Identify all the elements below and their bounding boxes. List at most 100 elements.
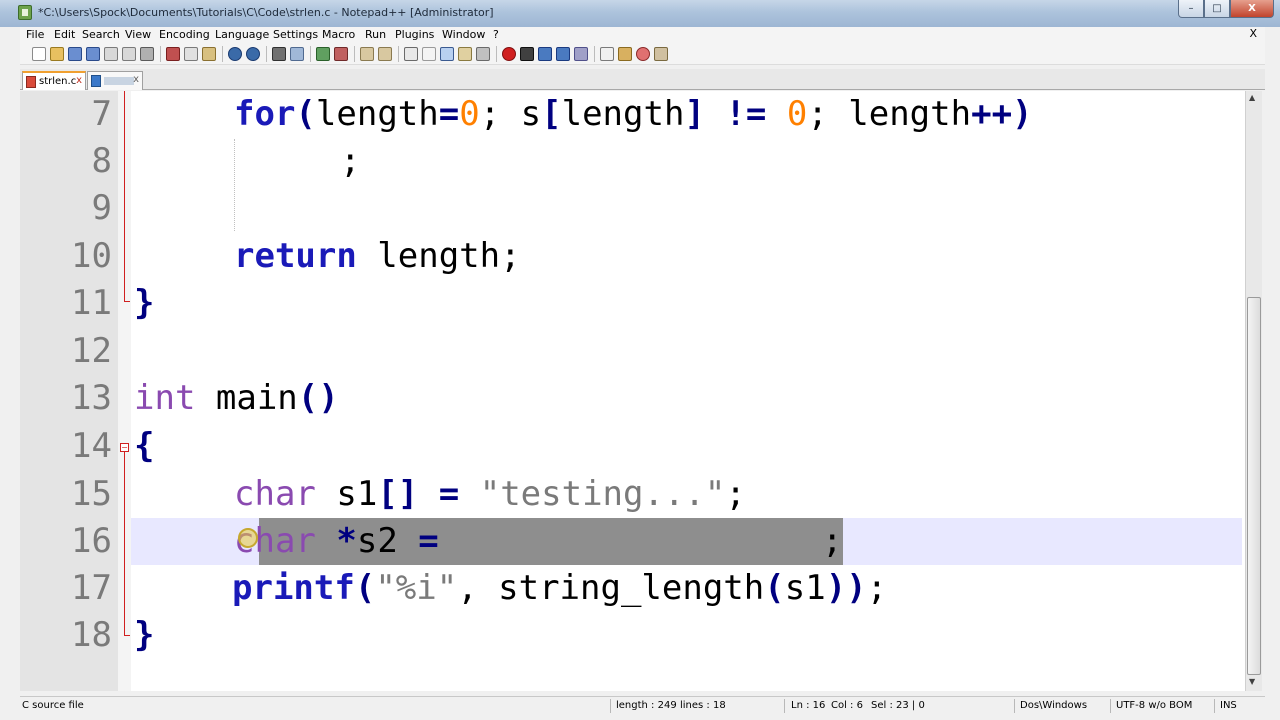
- sync-h-scroll-icon[interactable]: [378, 47, 392, 61]
- type-keyword: int: [134, 378, 196, 418]
- brace: }: [134, 283, 155, 323]
- play-macro-icon[interactable]: [538, 47, 552, 61]
- code-line-13: int main(): [134, 375, 339, 421]
- modified-file-icon: [26, 75, 36, 88]
- menu-run[interactable]: Run: [365, 28, 386, 41]
- operator: )): [825, 568, 867, 608]
- line-number: 12: [71, 331, 112, 371]
- cut-icon[interactable]: [166, 47, 180, 61]
- operator: [: [541, 94, 562, 134]
- menu-language[interactable]: Language: [215, 28, 269, 41]
- replace-icon[interactable]: [290, 47, 304, 61]
- show-all-chars-icon[interactable]: [422, 47, 436, 61]
- toolbar-separator: [354, 46, 355, 62]
- minimize-button[interactable]: –: [1178, 0, 1204, 18]
- find-icon[interactable]: [272, 47, 286, 61]
- line-number: 10: [71, 236, 112, 276]
- menu-macro[interactable]: Macro: [322, 28, 355, 41]
- save-macro-icon[interactable]: [574, 47, 588, 61]
- undo-icon[interactable]: [228, 47, 242, 61]
- status-length: length : 249: [616, 700, 677, 711]
- operator: ++): [971, 94, 1033, 134]
- stop-macro-icon[interactable]: [520, 47, 534, 61]
- menu-window[interactable]: Window: [442, 28, 485, 41]
- line-number: 14: [71, 426, 112, 466]
- number-literal: 0: [459, 94, 480, 134]
- run-macro-multiple-icon[interactable]: [556, 47, 570, 61]
- word-wrap-icon[interactable]: [404, 47, 418, 61]
- scroll-up-arrow-icon[interactable]: ▲: [1249, 93, 1255, 102]
- line-number: 9: [91, 188, 112, 228]
- copy-icon[interactable]: [184, 47, 198, 61]
- plugin-manager-icon[interactable]: [654, 47, 668, 61]
- vertical-scrollbar[interactable]: ▲ ▼: [1245, 91, 1262, 691]
- tab-bar: strlen.c x x: [20, 69, 1265, 90]
- operator: =: [438, 94, 460, 134]
- zoom-out-icon[interactable]: [334, 47, 348, 61]
- print-icon[interactable]: [140, 47, 154, 61]
- line-number: 7: [91, 94, 112, 134]
- status-insert-mode[interactable]: INS: [1220, 700, 1237, 711]
- scroll-down-arrow-icon[interactable]: ▼: [1249, 677, 1255, 686]
- status-eol[interactable]: Dos\Windows: [1020, 700, 1087, 711]
- identifier: s1: [784, 568, 826, 608]
- menu-plugins[interactable]: Plugins: [395, 28, 434, 41]
- new-file-icon[interactable]: [32, 47, 46, 61]
- toolbar: [20, 43, 1265, 65]
- code-line-17: printf("%i", string_length(s1));: [232, 565, 887, 611]
- plugin-icon[interactable]: [618, 47, 632, 61]
- scrollbar-thumb[interactable]: [1247, 297, 1261, 675]
- status-encoding[interactable]: UTF-8 w/o BOM: [1116, 700, 1192, 711]
- code-editor[interactable]: − 7 8 9 10 11 12 13 14 15 16 17 18 for(l…: [20, 91, 1245, 691]
- save-all-icon[interactable]: [86, 47, 100, 61]
- toolbar-separator: [496, 46, 497, 62]
- sync-v-scroll-icon[interactable]: [360, 47, 374, 61]
- paste-icon[interactable]: [202, 47, 216, 61]
- notepadpp-app-icon[interactable]: [18, 5, 32, 20]
- doc-map-icon[interactable]: [476, 47, 490, 61]
- menu-encoding[interactable]: Encoding: [159, 28, 210, 41]
- fold-toggle[interactable]: −: [120, 443, 129, 452]
- window-title: *C:\Users\Spock\Documents\Tutorials\C\Co…: [38, 6, 494, 19]
- title-bar[interactable]: *C:\Users\Spock\Documents\Tutorials\C\Co…: [0, 0, 1280, 27]
- menu-edit[interactable]: Edit: [54, 28, 75, 41]
- tab-close-button[interactable]: x: [133, 74, 139, 85]
- menu-search[interactable]: Search: [82, 28, 120, 41]
- record-macro-icon[interactable]: [502, 47, 516, 61]
- menu-view[interactable]: View: [125, 28, 151, 41]
- close-file-icon[interactable]: [104, 47, 118, 61]
- redo-icon[interactable]: [246, 47, 260, 61]
- toolbar-separator: [222, 46, 223, 62]
- maximize-button[interactable]: □: [1204, 0, 1230, 18]
- save-icon[interactable]: [68, 47, 82, 61]
- close-all-icon[interactable]: [122, 47, 136, 61]
- zoom-in-icon[interactable]: [316, 47, 330, 61]
- fold-end-marker: [124, 635, 130, 636]
- heart-icon[interactable]: [636, 47, 650, 61]
- user-lang-icon[interactable]: [458, 47, 472, 61]
- operator: ]: [684, 94, 705, 134]
- identifier: length;: [356, 236, 521, 276]
- identifier: ; s: [479, 94, 542, 134]
- line-number: 18: [71, 615, 112, 655]
- status-divider: [1214, 699, 1215, 713]
- spell-check-icon[interactable]: [600, 47, 614, 61]
- tab-close-button[interactable]: x: [76, 75, 82, 86]
- type-keyword: char: [234, 474, 316, 514]
- open-file-icon[interactable]: [50, 47, 64, 61]
- menu-help[interactable]: ?: [493, 28, 499, 41]
- tab-strlen-c[interactable]: strlen.c x: [22, 71, 86, 90]
- close-document-button[interactable]: X: [1249, 27, 1257, 40]
- indent-guide-icon[interactable]: [440, 47, 454, 61]
- menu-settings[interactable]: Settings: [273, 28, 318, 41]
- tab-second-file[interactable]: x: [87, 71, 143, 90]
- line-number: 16: [71, 521, 112, 561]
- close-window-button[interactable]: X: [1230, 0, 1274, 18]
- window-controls: – □ X: [1178, 0, 1274, 18]
- tab-label: strlen.c: [39, 76, 77, 87]
- menu-file[interactable]: File: [26, 28, 44, 41]
